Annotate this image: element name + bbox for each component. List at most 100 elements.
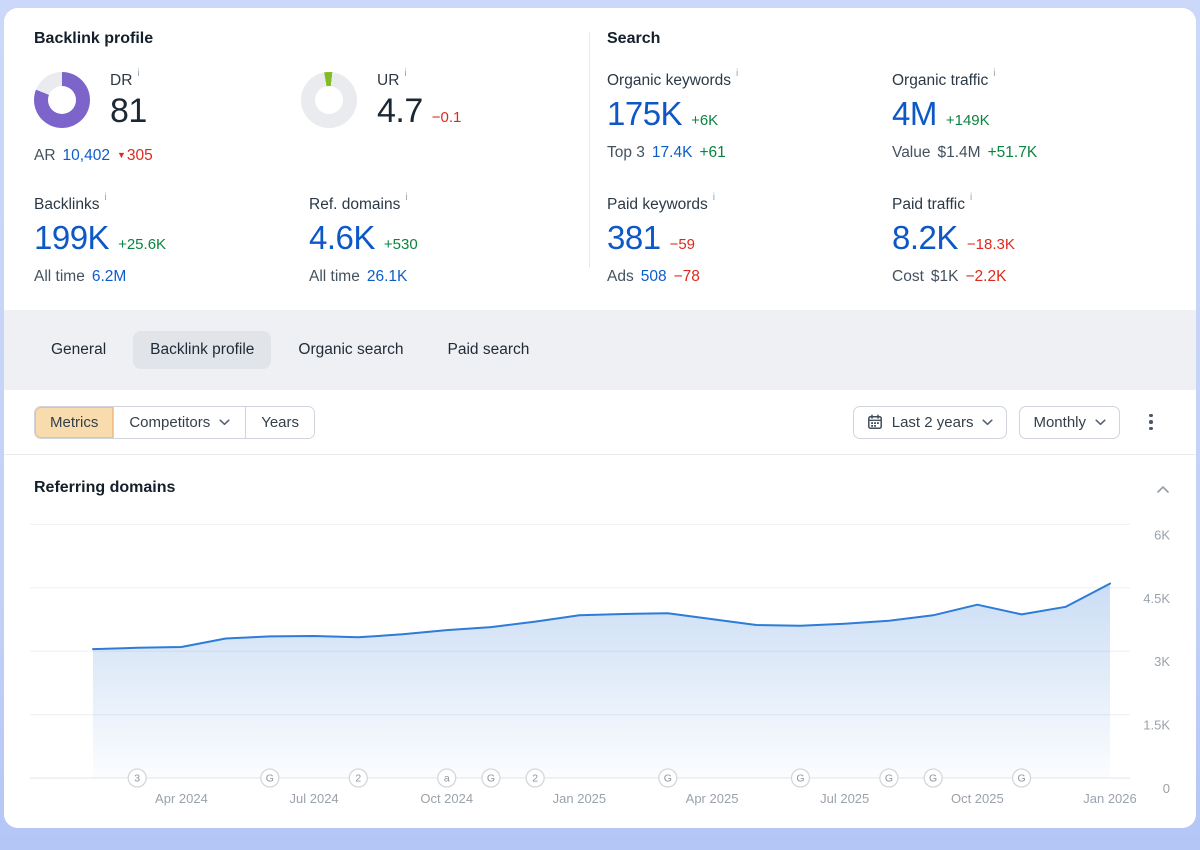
- organic-keywords-label: Organic keywords: [607, 72, 731, 90]
- value-amount: $1.4M: [938, 144, 981, 162]
- chevron-down-icon: [1095, 419, 1106, 426]
- backlinks-metric: Backlinksi 199K+25.6K All time6.2M: [34, 196, 166, 286]
- overview-card: Backlink profile Search DRi 81 AR 10,402…: [4, 8, 1196, 828]
- organic-keywords-metric: Organic keywordsi 175K+6K Top 317.4K+61: [607, 72, 738, 162]
- tab-general[interactable]: General: [34, 331, 123, 369]
- date-range-dropdown[interactable]: Last 2 years: [853, 406, 1008, 439]
- organic-keywords-value[interactable]: 175K: [607, 95, 682, 133]
- ads-delta: −78: [674, 268, 700, 286]
- value-label: Value: [892, 144, 931, 162]
- metrics-button[interactable]: Metrics: [35, 407, 113, 438]
- ar-row: AR 10,402 ▼305: [34, 147, 153, 165]
- organic-traffic-delta: +149K: [946, 112, 990, 129]
- dr-value: 81: [110, 92, 147, 130]
- svg-text:3K: 3K: [1154, 654, 1170, 669]
- chart-toolbar: Metrics Competitors Years Last 2 years: [4, 390, 1196, 455]
- svg-text:Oct 2025: Oct 2025: [951, 791, 1004, 806]
- view-segmented-control: Metrics Competitors Years: [34, 406, 315, 439]
- ref-domains-metric: Ref. domainsi 4.6K+530 All time26.1K: [309, 196, 418, 286]
- svg-text:G: G: [929, 773, 937, 785]
- years-button[interactable]: Years: [245, 407, 314, 438]
- value-delta: +51.7K: [988, 144, 1038, 162]
- svg-text:G: G: [487, 773, 495, 785]
- svg-text:2: 2: [355, 773, 361, 785]
- top3-value-link[interactable]: 17.4K: [652, 144, 693, 162]
- paid-traffic-delta: −18.3K: [967, 236, 1015, 253]
- info-icon[interactable]: i: [713, 192, 715, 203]
- info-icon[interactable]: i: [404, 68, 406, 79]
- paid-traffic-value[interactable]: 8.2K: [892, 219, 958, 257]
- granularity-dropdown[interactable]: Monthly: [1019, 406, 1120, 439]
- paid-keywords-label: Paid keywords: [607, 196, 708, 214]
- organic-traffic-label: Organic traffic: [892, 72, 988, 90]
- granularity-label: Monthly: [1033, 414, 1086, 431]
- dr-metric: DRi 81: [34, 72, 147, 130]
- ur-value: 4.7: [377, 92, 423, 130]
- backlinks-value[interactable]: 199K: [34, 219, 109, 257]
- tab-paid-search[interactable]: Paid search: [431, 331, 547, 369]
- triangle-down-icon: ▼: [117, 150, 126, 160]
- svg-text:Jul 2024: Jul 2024: [290, 791, 339, 806]
- ar-value-link[interactable]: 10,402: [63, 147, 110, 165]
- svg-text:G: G: [266, 773, 274, 785]
- all-time-value-link[interactable]: 26.1K: [367, 268, 408, 286]
- ref-domains-delta: +530: [384, 236, 418, 253]
- top3-delta: +61: [699, 144, 725, 162]
- ur-donut: [297, 68, 362, 133]
- all-time-label: All time: [34, 268, 85, 286]
- info-icon[interactable]: i: [736, 68, 738, 79]
- ur-metric: URi 4.7−0.1: [301, 72, 461, 130]
- svg-text:G: G: [885, 773, 893, 785]
- dr-label: DR: [110, 72, 132, 90]
- tab-backlink-profile[interactable]: Backlink profile: [133, 331, 271, 369]
- organic-keywords-delta: +6K: [691, 112, 718, 129]
- paid-traffic-label: Paid traffic: [892, 196, 965, 214]
- info-icon[interactable]: i: [993, 68, 995, 79]
- svg-text:3: 3: [134, 773, 140, 785]
- svg-text:4.5K: 4.5K: [1143, 591, 1170, 606]
- backlink-profile-heading: Backlink profile: [34, 30, 153, 48]
- organic-traffic-value[interactable]: 4M: [892, 95, 937, 133]
- paid-traffic-metric: Paid traffici 8.2K−18.3K Cost$1K−2.2K: [892, 196, 1015, 286]
- more-options-kebab-icon[interactable]: [1140, 407, 1162, 437]
- tabs-bar: General Backlink profile Organic search …: [4, 310, 1196, 390]
- all-time-value-link[interactable]: 6.2M: [92, 268, 126, 286]
- paid-keywords-delta: −59: [670, 236, 695, 253]
- svg-text:Jan 2025: Jan 2025: [553, 791, 607, 806]
- info-icon[interactable]: i: [405, 192, 407, 203]
- ads-value-link[interactable]: 508: [641, 268, 667, 286]
- referring-domains-panel: Referring domains 3G2aG2GGGGG 01.5K3K4.5…: [4, 455, 1196, 828]
- competitors-button[interactable]: Competitors: [113, 407, 245, 438]
- ur-label: UR: [377, 72, 399, 90]
- info-icon[interactable]: i: [137, 68, 139, 79]
- section-divider: [589, 32, 590, 268]
- dr-donut: [34, 72, 90, 128]
- ads-label: Ads: [607, 268, 634, 286]
- ref-domains-value[interactable]: 4.6K: [309, 219, 375, 257]
- cost-amount: $1K: [931, 268, 959, 286]
- svg-text:G: G: [796, 773, 804, 785]
- ar-label: AR: [34, 147, 56, 165]
- svg-text:Apr 2025: Apr 2025: [686, 791, 739, 806]
- ur-delta: −0.1: [432, 109, 462, 126]
- organic-traffic-metric: Organic traffici 4M+149K Value$1.4M+51.7…: [892, 72, 1037, 162]
- calendar-icon: [867, 414, 883, 430]
- info-icon[interactable]: i: [970, 192, 972, 203]
- paid-keywords-value[interactable]: 381: [607, 219, 661, 257]
- top3-label: Top 3: [607, 144, 645, 162]
- svg-text:Jul 2025: Jul 2025: [820, 791, 869, 806]
- svg-text:1.5K: 1.5K: [1143, 718, 1170, 733]
- tab-organic-search[interactable]: Organic search: [281, 331, 420, 369]
- ar-delta: ▼305: [117, 147, 153, 165]
- cost-label: Cost: [892, 268, 924, 286]
- paid-keywords-metric: Paid keywordsi 381−59 Ads508−78: [607, 196, 715, 286]
- referring-domains-chart[interactable]: 3G2aG2GGGGG 01.5K3K4.5K6KApr 2024Jul 202…: [4, 455, 1196, 828]
- svg-text:a: a: [444, 773, 450, 785]
- svg-text:6K: 6K: [1154, 527, 1170, 542]
- chevron-down-icon: [982, 419, 993, 426]
- backlinks-delta: +25.6K: [118, 236, 166, 253]
- stats-section: Backlink profile Search DRi 81 AR 10,402…: [4, 8, 1196, 310]
- search-heading: Search: [607, 30, 660, 48]
- svg-text:Oct 2024: Oct 2024: [420, 791, 473, 806]
- info-icon[interactable]: i: [104, 192, 106, 203]
